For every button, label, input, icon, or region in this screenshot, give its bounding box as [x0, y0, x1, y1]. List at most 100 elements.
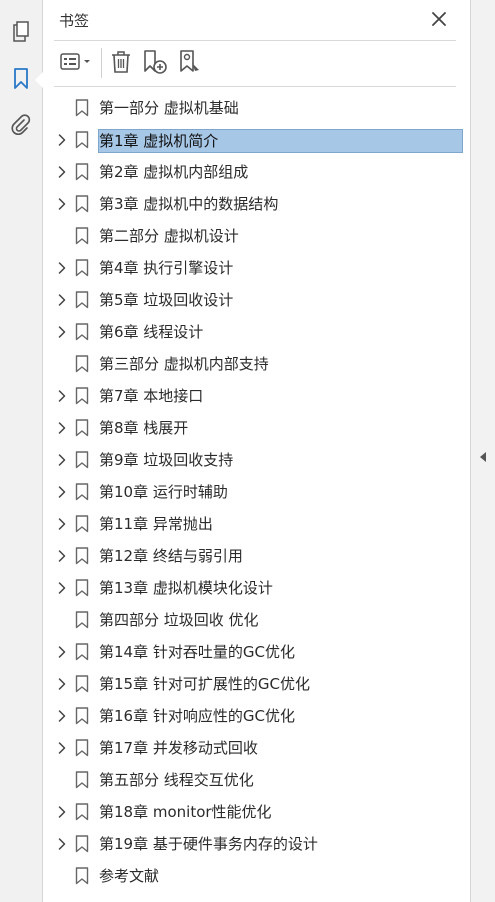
bookmark-item[interactable]: 第2章 虚拟机内部组成 [44, 156, 470, 188]
bookmark-icon [75, 611, 89, 629]
bookmark-label: 第三部分 虚拟机内部支持 [99, 355, 269, 373]
bookmark-label: 第16章 针对响应性的GC优化 [99, 707, 295, 725]
chevron-right-icon [58, 483, 66, 502]
bookmark-item[interactable]: 第四部分 垃圾回收 优化 [44, 604, 470, 636]
bookmark-icon [75, 771, 89, 789]
expand-arrow[interactable] [55, 293, 69, 307]
panel-collapse-strip [470, 0, 495, 902]
expand-arrow[interactable] [55, 389, 69, 403]
bookmark-label: 第1章 虚拟机简介 [98, 129, 463, 153]
expand-arrow[interactable] [55, 197, 69, 211]
bookmark-item[interactable]: 第8章 栈展开 [44, 412, 470, 444]
expand-arrow[interactable] [55, 485, 69, 499]
bookmark-label: 第7章 本地接口 [99, 387, 204, 405]
delete-bookmark-button[interactable] [108, 50, 134, 78]
expand-arrow[interactable] [55, 741, 69, 755]
bookmarks-panel: 书签 第一部分 虚拟机基础 第1章 虚拟机简介 第2章 虚拟机内部组成 第3章 … [44, 0, 470, 902]
expand-arrow[interactable] [55, 677, 69, 691]
bookmark-item[interactable]: 第13章 虚拟机模块化设计 [44, 572, 470, 604]
chevron-right-icon [58, 195, 66, 214]
expand-arrow[interactable] [55, 453, 69, 467]
expand-arrow[interactable] [55, 581, 69, 595]
bookmark-item[interactable]: 第18章 monitor性能优化 [44, 796, 470, 828]
list-options-icon [59, 52, 93, 76]
bookmark-item[interactable]: 参考文献 [44, 860, 470, 892]
bookmark-label: 第2章 虚拟机内部组成 [99, 163, 249, 181]
chevron-right-icon [58, 387, 66, 406]
bookmark-label: 第15章 针对可扩展性的GC优化 [99, 675, 310, 693]
bookmark-item[interactable]: 第16章 针对响应性的GC优化 [44, 700, 470, 732]
new-bookmark-button[interactable] [141, 50, 169, 78]
bookmark-item[interactable]: 第15章 针对可扩展性的GC优化 [44, 668, 470, 700]
expand-arrow[interactable] [55, 421, 69, 435]
bookmark-item[interactable]: 第17章 并发移动式回收 [44, 732, 470, 764]
title-divider [54, 40, 456, 41]
bookmark-edit-icon [177, 49, 203, 79]
bookmark-label: 第一部分 虚拟机基础 [99, 99, 239, 117]
bookmark-icon [75, 579, 89, 597]
chevron-right-icon [58, 323, 66, 342]
expand-arrow[interactable] [55, 805, 69, 819]
bookmark-item[interactable]: 第一部分 虚拟机基础 [44, 92, 470, 124]
chevron-right-icon [58, 707, 66, 726]
bookmark-icon [13, 68, 29, 94]
expand-arrow[interactable] [55, 261, 69, 275]
bookmark-item[interactable]: 第1章 虚拟机简介 [44, 124, 470, 156]
bookmark-from-selection-button[interactable] [176, 50, 204, 78]
bookmark-label: 第4章 执行引擎设计 [99, 259, 234, 277]
expand-arrow[interactable] [55, 645, 69, 659]
bookmark-item[interactable]: 第三部分 虚拟机内部支持 [44, 348, 470, 380]
expand-arrow[interactable] [55, 133, 69, 147]
navigation-rail [0, 0, 43, 902]
bookmark-label: 第17章 并发移动式回收 [99, 739, 258, 757]
expand-arrow[interactable] [55, 837, 69, 851]
chevron-right-icon [58, 259, 66, 278]
bookmark-item[interactable]: 第7章 本地接口 [44, 380, 470, 412]
bookmark-label: 第四部分 垃圾回收 优化 [99, 611, 259, 629]
bookmark-item[interactable]: 第12章 终结与弱引用 [44, 540, 470, 572]
chevron-right-icon [58, 803, 66, 822]
bookmark-item[interactable]: 第9章 垃圾回收支持 [44, 444, 470, 476]
bookmark-icon [75, 131, 89, 149]
bookmarks-panel-button[interactable] [6, 66, 36, 96]
active-panel-pointer [35, 72, 43, 88]
bookmark-icon [75, 195, 89, 213]
bookmark-label: 第9章 垃圾回收支持 [99, 451, 234, 469]
bookmark-item[interactable]: 第五部分 线程交互优化 [44, 764, 470, 796]
toolbar-separator [101, 48, 102, 78]
chevron-right-icon [58, 419, 66, 438]
chevron-right-icon [58, 835, 66, 854]
expand-arrow[interactable] [55, 709, 69, 723]
expand-arrow[interactable] [55, 517, 69, 531]
toolbar-divider [54, 86, 456, 87]
expand-arrow[interactable] [55, 165, 69, 179]
bookmark-label: 第五部分 线程交互优化 [99, 771, 254, 789]
bookmark-label: 第18章 monitor性能优化 [99, 803, 272, 821]
bookmark-item[interactable]: 第6章 线程设计 [44, 316, 470, 348]
expand-arrow[interactable] [55, 325, 69, 339]
bookmark-icon [75, 259, 89, 277]
attachments-panel-button[interactable] [6, 112, 36, 142]
bookmark-icon [75, 355, 89, 373]
chevron-down-icon [84, 60, 90, 63]
bookmark-item[interactable]: 第3章 虚拟机中的数据结构 [44, 188, 470, 220]
bookmark-icon [75, 835, 89, 853]
bookmark-icon [75, 515, 89, 533]
bookmark-item[interactable]: 第4章 执行引擎设计 [44, 252, 470, 284]
bookmark-item[interactable]: 第二部分 虚拟机设计 [44, 220, 470, 252]
bookmark-label: 第3章 虚拟机中的数据结构 [99, 195, 279, 213]
bookmark-icon [75, 291, 89, 309]
expand-arrow[interactable] [55, 549, 69, 563]
bookmark-item[interactable]: 第19章 基于硬件事务内存的设计 [44, 828, 470, 860]
bookmark-icon [75, 707, 89, 725]
pages-panel-button[interactable] [6, 19, 36, 49]
collapse-panel-button[interactable] [476, 449, 490, 465]
bookmark-item[interactable]: 第14章 针对吞吐量的GC优化 [44, 636, 470, 668]
bookmark-icon [75, 803, 89, 821]
close-panel-button[interactable] [428, 9, 450, 31]
bookmark-options-button[interactable] [56, 50, 96, 78]
bookmark-item[interactable]: 第10章 运行时辅助 [44, 476, 470, 508]
bookmark-item[interactable]: 第5章 垃圾回收设计 [44, 284, 470, 316]
trash-icon [110, 50, 132, 78]
bookmark-item[interactable]: 第11章 异常抛出 [44, 508, 470, 540]
